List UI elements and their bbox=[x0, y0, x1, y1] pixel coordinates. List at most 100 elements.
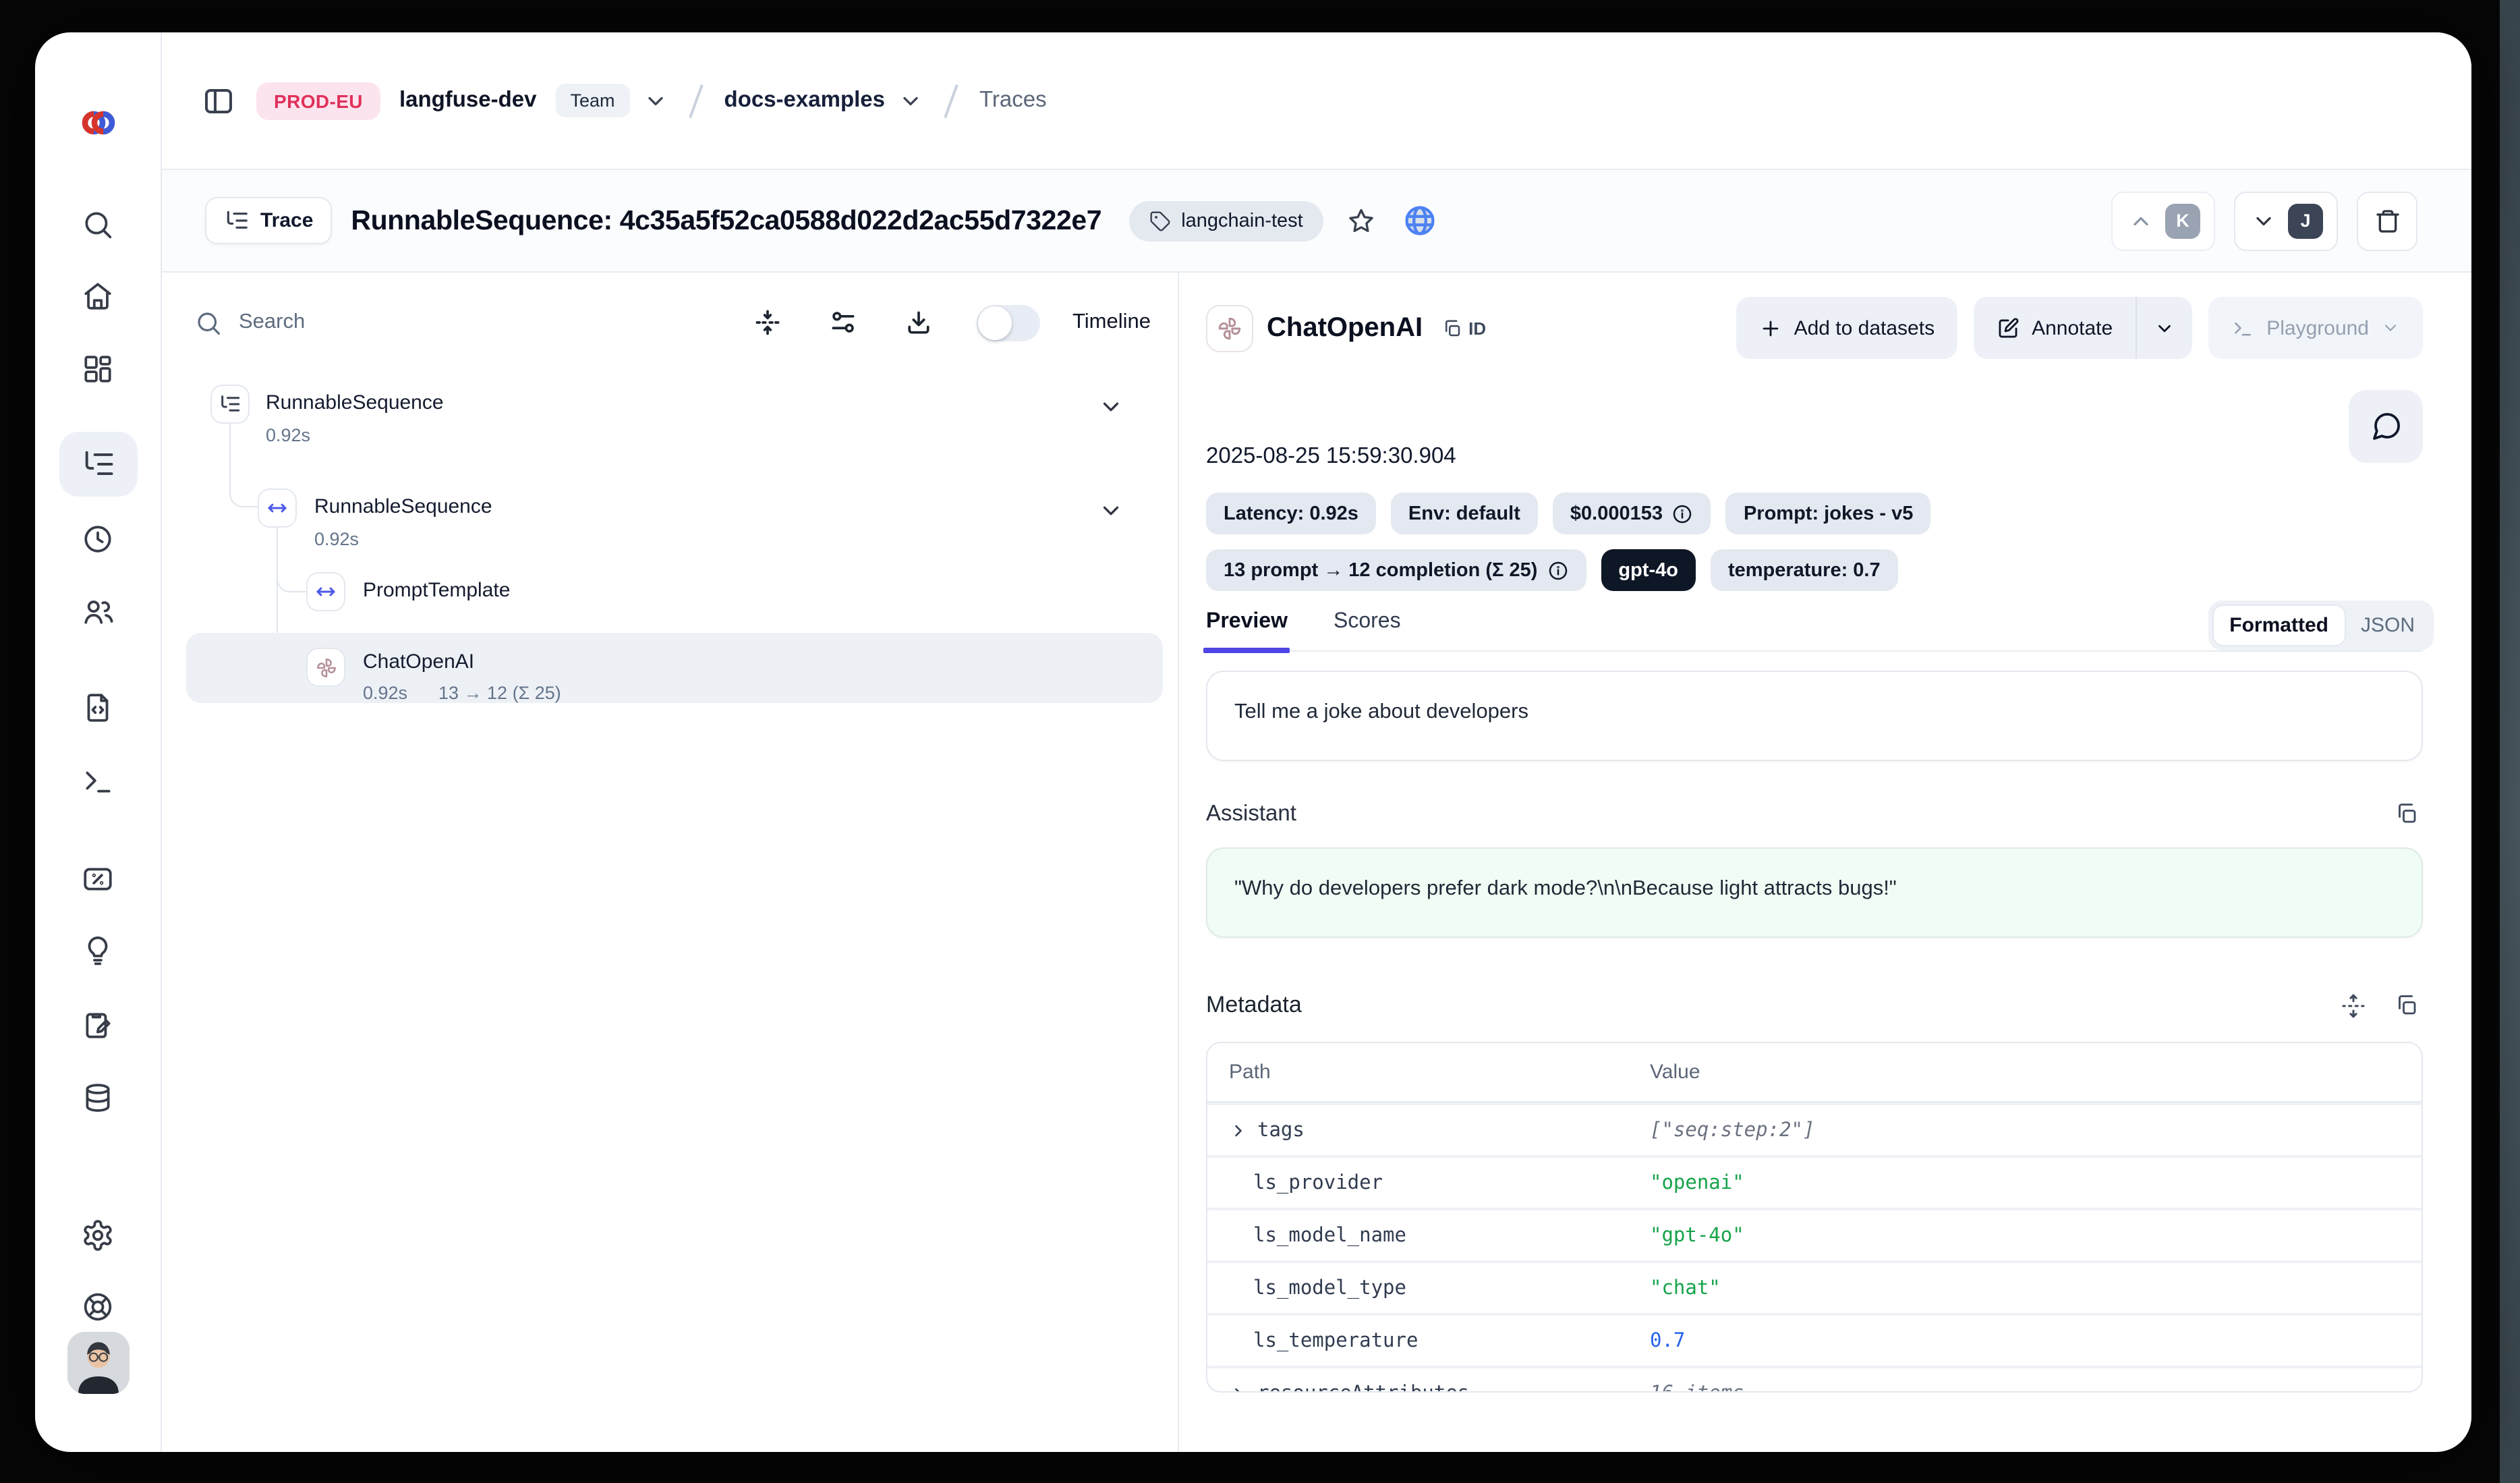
collapse-node-chevron-icon[interactable] bbox=[1095, 495, 1126, 526]
public-globe-icon[interactable] bbox=[1399, 200, 1441, 242]
nav-previous-key-badge: K bbox=[2165, 203, 2200, 238]
copy-metadata-icon[interactable] bbox=[2390, 989, 2423, 1022]
observation-header: ChatOpenAI ID Add to datasets bbox=[1206, 297, 2423, 359]
user-input-text: Tell me a joke about developers bbox=[1234, 700, 1528, 723]
desktop: PROD-EU langfuse-dev Team docs-examples … bbox=[0, 0, 2520, 1483]
trace-type-label: Trace bbox=[260, 209, 313, 232]
breadcrumb-page[interactable]: Traces bbox=[979, 88, 1047, 113]
table-row: ls_model_type "chat" bbox=[1207, 1260, 2422, 1313]
temperature-badge: temperature: 0.7 bbox=[1711, 549, 1898, 591]
trace-title: RunnableSequence: 4c35a5f52ca0588d022d2a… bbox=[351, 204, 1101, 237]
add-to-datasets-button[interactable]: Add to datasets bbox=[1736, 297, 1958, 359]
plus-icon bbox=[1759, 316, 1782, 339]
sidebar-item-traces[interactable] bbox=[59, 432, 137, 497]
terminal-icon bbox=[2231, 316, 2254, 339]
expand-all-icon[interactable] bbox=[2337, 988, 2370, 1022]
sidebar-item-prompts[interactable] bbox=[68, 677, 127, 737]
trace-type-badge: Trace bbox=[205, 197, 332, 244]
table-row[interactable]: resourceAttributes 16 items bbox=[1207, 1366, 2422, 1393]
copy-output-icon[interactable] bbox=[2390, 798, 2423, 830]
sidebar-item-search[interactable] bbox=[68, 194, 127, 254]
cost-badge[interactable]: $0.000153 bbox=[1553, 493, 1711, 534]
playground-button[interactable]: Playground bbox=[2208, 297, 2423, 359]
tab-preview[interactable]: Preview bbox=[1206, 610, 1288, 650]
copy-id-button[interactable]: ID bbox=[1441, 318, 1486, 338]
format-option-formatted[interactable]: Formatted bbox=[2212, 605, 2346, 646]
tree-connector bbox=[229, 424, 258, 507]
openai-icon bbox=[1206, 304, 1253, 352]
assistant-section-header: Assistant bbox=[1206, 799, 2423, 829]
nav-next-button[interactable]: J bbox=[2234, 191, 2338, 250]
trace-header: Trace RunnableSequence: 4c35a5f52ca0588d… bbox=[162, 170, 2471, 273]
sidebar-item-playground[interactable] bbox=[68, 750, 127, 810]
chevron-right-icon[interactable] bbox=[1229, 1384, 1248, 1393]
environment-badge[interactable]: PROD-EU bbox=[256, 82, 380, 119]
info-icon bbox=[1672, 503, 1694, 524]
sidebar-item-dashboards[interactable] bbox=[68, 339, 127, 398]
header-actions: Add to datasets Annotate bbox=[1736, 297, 2423, 359]
metadata-table-header: Path Value bbox=[1207, 1043, 2422, 1102]
collapse-node-chevron-icon[interactable] bbox=[1095, 391, 1126, 422]
model-badge[interactable]: gpt-4o bbox=[1601, 549, 1696, 591]
sidebar-item-evaluation[interactable] bbox=[68, 849, 127, 908]
format-option-json[interactable]: JSON bbox=[2346, 606, 2430, 645]
annotate-button[interactable]: Annotate bbox=[1974, 297, 2136, 359]
column-header-value: Value bbox=[1650, 1061, 1700, 1084]
comment-button[interactable] bbox=[2349, 390, 2423, 463]
assistant-output-card: "Why do developers prefer dark mode?\n\n… bbox=[1206, 847, 2423, 938]
breadcrumb-separator bbox=[689, 84, 704, 117]
user-avatar[interactable] bbox=[67, 1332, 129, 1394]
user-input-card: Tell me a joke about developers bbox=[1206, 671, 2423, 761]
breadcrumb-separator bbox=[944, 84, 958, 117]
desktop-background bbox=[2500, 0, 2520, 1483]
column-header-path: Path bbox=[1207, 1061, 1650, 1084]
main-area: PROD-EU langfuse-dev Team docs-examples … bbox=[162, 32, 2471, 1452]
trace-tag-badge[interactable]: langchain-test bbox=[1128, 200, 1323, 241]
trace-tag-label: langchain-test bbox=[1181, 210, 1303, 231]
table-row[interactable]: tags ["seq:step:2"] bbox=[1207, 1102, 2422, 1155]
breadcrumb-organization[interactable]: langfuse-dev bbox=[399, 88, 537, 113]
info-icon bbox=[1547, 559, 1568, 581]
breadcrumb-project[interactable]: docs-examples bbox=[724, 88, 885, 113]
bookmark-star-icon[interactable] bbox=[1342, 202, 1380, 240]
project-switcher-chevron-icon[interactable] bbox=[898, 88, 923, 113]
annotate-split-button: Annotate bbox=[1974, 297, 2192, 359]
tab-scores[interactable]: Scores bbox=[1334, 610, 1401, 650]
chevron-right-icon[interactable] bbox=[1229, 1121, 1248, 1140]
view-format-toggle: Formatted JSON bbox=[2208, 600, 2434, 650]
observation-detail-panel: ChatOpenAI ID Add to datasets bbox=[1179, 273, 2471, 1452]
comment-bubble-icon bbox=[2370, 410, 2402, 443]
prompt-badge[interactable]: Prompt: jokes - v5 bbox=[1726, 493, 1930, 534]
sidebar-item-insights[interactable] bbox=[68, 920, 127, 980]
observation-tree-panel: Timeline RunnableSequence 0.92s bbox=[162, 273, 1179, 1452]
org-plan-badge: Team bbox=[556, 84, 630, 117]
sidebar-item-support[interactable] bbox=[68, 1277, 127, 1336]
tree-node-label[interactable]: RunnableSequence bbox=[314, 494, 492, 521]
edit-pen-icon bbox=[1997, 316, 2020, 339]
annotate-dropdown-chevron-icon[interactable] bbox=[2136, 297, 2192, 359]
tree-node-duration: 0.92s bbox=[314, 528, 359, 552]
tree-node-label[interactable]: RunnableSequence bbox=[266, 390, 444, 417]
sidebar-item-settings[interactable] bbox=[68, 1205, 127, 1264]
tree-node-label[interactable]: PromptTemplate bbox=[363, 578, 510, 605]
org-switcher-chevron-icon[interactable] bbox=[643, 88, 668, 113]
sidebar-item-datasets[interactable] bbox=[68, 1067, 127, 1127]
tree-node-label[interactable]: ChatOpenAI bbox=[363, 649, 474, 676]
content: Timeline RunnableSequence 0.92s bbox=[162, 273, 2471, 1452]
sidebar-toggle-icon[interactable] bbox=[200, 82, 237, 119]
metadata-heading: Metadata bbox=[1206, 992, 1302, 1019]
token-usage-badge[interactable]: 13 prompt → 12 completion (Σ 25) bbox=[1206, 549, 1586, 591]
generation-node-openai-icon bbox=[306, 648, 345, 687]
breadcrumb: PROD-EU langfuse-dev Team docs-examples … bbox=[162, 32, 2471, 170]
sidebar-item-sessions[interactable] bbox=[68, 509, 127, 568]
delete-trace-icon[interactable] bbox=[2357, 191, 2417, 250]
sidebar-item-users[interactable] bbox=[68, 582, 127, 641]
table-row: ls_model_name "gpt-4o" bbox=[1207, 1208, 2422, 1260]
assistant-label: Assistant bbox=[1206, 801, 1296, 827]
sidebar-item-annotation-queues[interactable] bbox=[68, 995, 127, 1054]
nav-previous-button[interactable]: K bbox=[2111, 191, 2215, 250]
sidebar-item-home[interactable] bbox=[68, 266, 127, 325]
observation-title: ChatOpenAI bbox=[1267, 312, 1423, 343]
token-badges-row: 13 prompt → 12 completion (Σ 25) gpt-4o … bbox=[1206, 549, 2423, 591]
tree-node-duration: 0.92s bbox=[266, 424, 310, 448]
